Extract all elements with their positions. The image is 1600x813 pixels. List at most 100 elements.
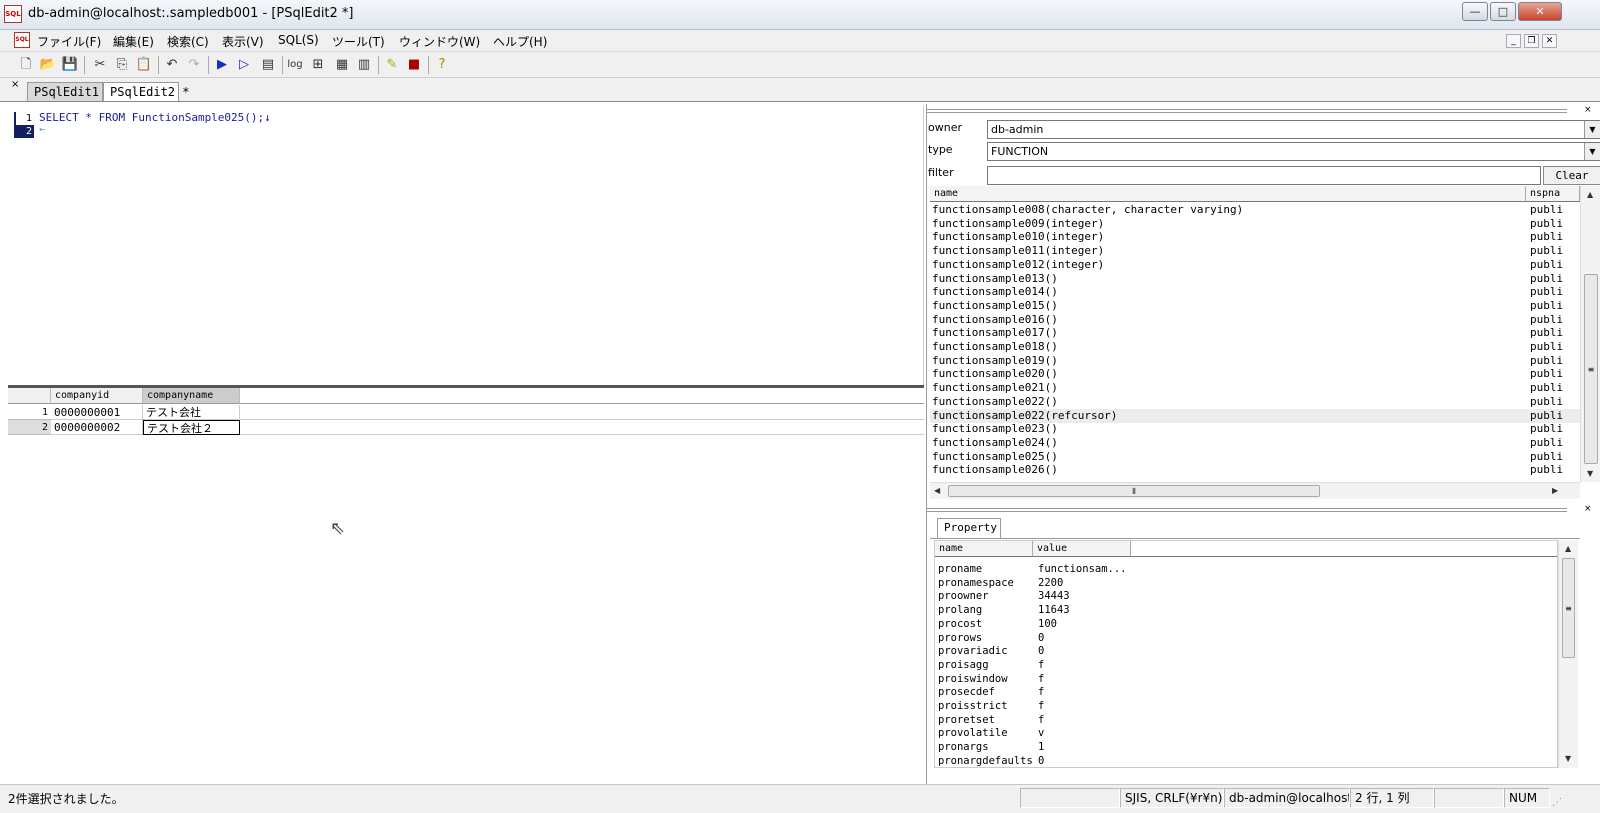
function-row[interactable]: functionsample012(integer) publi	[930, 258, 1580, 272]
function-row[interactable]: functionsample009(integer) publi	[930, 217, 1580, 231]
menu-file[interactable]: ファイル(F)	[37, 33, 101, 50]
scroll-down-icon[interactable]: ▼	[1565, 754, 1571, 763]
function-row[interactable]: functionsample011(integer) publi	[930, 244, 1580, 258]
scroll-left-icon[interactable]: ◀	[934, 486, 940, 495]
scroll-thumb[interactable]: ⦀	[948, 485, 1320, 497]
owner-select[interactable]: db-admin ▼	[987, 120, 1600, 139]
property-row[interactable]: prolang 11643	[935, 603, 1535, 617]
execute-icon[interactable]: ▶	[212, 55, 232, 75]
property-table[interactable]: name value proname functionsam... pronames…	[934, 540, 1558, 768]
row-header[interactable]: 2	[8, 420, 51, 435]
function-row[interactable]: functionsample024() publi	[930, 436, 1580, 450]
function-row[interactable]: functionsample018() publi	[930, 340, 1580, 354]
property-row[interactable]: procost 100	[935, 617, 1535, 631]
function-row[interactable]: functionsample013() publi	[930, 272, 1580, 286]
function-row[interactable]: functionsample021() publi	[930, 381, 1580, 395]
grid-icon[interactable]: ▦	[332, 55, 352, 75]
property-row[interactable]: provolatile v	[935, 726, 1535, 740]
mdi-restore-button[interactable]: ❐	[1524, 34, 1539, 48]
column-header[interactable]: value	[1033, 541, 1131, 557]
row-header[interactable]: 1	[8, 405, 51, 420]
tab-property[interactable]: Property	[937, 518, 1001, 538]
explain-icon[interactable]: ▤	[258, 55, 278, 75]
function-row[interactable]: functionsample026() publi	[930, 463, 1580, 477]
book-icon[interactable]: ■	[404, 55, 424, 75]
scroll-up-icon[interactable]: ▲	[1587, 190, 1593, 199]
clear-button[interactable]: Clear	[1543, 166, 1600, 185]
scroll-up-icon[interactable]: ▲	[1565, 544, 1571, 553]
mdi-minimize-button[interactable]: _	[1506, 34, 1521, 48]
maximize-button[interactable]: □	[1490, 2, 1516, 21]
app-icon[interactable]: SQL	[4, 5, 22, 23]
type-select[interactable]: FUNCTION ▼	[987, 142, 1600, 161]
property-row[interactable]: proisstrict f	[935, 699, 1535, 713]
panel-close-icon[interactable]: ×	[1584, 504, 1592, 514]
property-row[interactable]: pronargdefaults 0	[935, 754, 1535, 767]
property-row[interactable]: proname functionsam...	[935, 562, 1535, 576]
execute-step-icon[interactable]: ▷	[234, 55, 254, 75]
result-grid[interactable]: companyid companyname 1 0000000001 テスト会社…	[8, 388, 924, 784]
menu-search[interactable]: 検索(C)	[167, 33, 209, 50]
scroll-down-icon[interactable]: ▼	[1587, 469, 1593, 478]
undo-icon[interactable]: ↶	[162, 55, 182, 75]
function-row[interactable]: functionsample025() publi	[930, 450, 1580, 464]
function-row[interactable]: functionsample008(character, character v…	[930, 203, 1580, 217]
scroll-thumb[interactable]: ≡	[1584, 274, 1598, 464]
property-vscroll[interactable]: ▲ ≡ ▼	[1558, 540, 1578, 768]
menu-view[interactable]: 表示(V)	[222, 33, 264, 50]
property-row[interactable]: prorows 0	[935, 631, 1535, 645]
document-icon[interactable]: SQL	[14, 32, 30, 48]
property-row[interactable]: proisagg f	[935, 658, 1535, 672]
property-row[interactable]: provariadic 0	[935, 644, 1535, 658]
property-row[interactable]: proretset f	[935, 713, 1535, 727]
menu-help[interactable]: ヘルプ(H)	[493, 33, 547, 50]
column-header[interactable]: companyid	[51, 388, 143, 404]
property-row[interactable]: pronargs 1	[935, 740, 1535, 754]
log-icon[interactable]: log	[285, 55, 305, 75]
chevron-down-icon[interactable]: ▼	[1584, 121, 1600, 138]
property-row[interactable]: prosecdef f	[935, 685, 1535, 699]
function-row[interactable]: functionsample016() publi	[930, 313, 1580, 327]
function-row[interactable]: functionsample010(integer) publi	[930, 230, 1580, 244]
function-list[interactable]: name nspna functionsample008(character, …	[930, 186, 1580, 496]
column-header[interactable]: companyname	[143, 388, 240, 404]
column-header[interactable]: nspna	[1526, 186, 1580, 202]
minimize-button[interactable]: —	[1462, 2, 1488, 21]
panel-grip[interactable]	[927, 107, 1567, 114]
scroll-right-icon[interactable]: ▶	[1552, 486, 1558, 495]
scroll-thumb[interactable]: ≡	[1562, 558, 1575, 658]
menu-edit[interactable]: 編集(E)	[113, 33, 154, 50]
grid-cell[interactable]: 0000000002	[51, 420, 143, 435]
pencil-icon[interactable]: ✎	[382, 55, 402, 75]
function-row[interactable]: functionsample020() publi	[930, 367, 1580, 381]
function-list-hscroll[interactable]: ◀ ⦀ ▶	[930, 482, 1580, 499]
property-row[interactable]: proiswindow f	[935, 672, 1535, 686]
function-list-vscroll[interactable]: ▲ ≡ ▼	[1580, 186, 1600, 482]
sql-editor[interactable]: 1 2 SELECT * FROM FunctionSample025();↓ …	[8, 106, 924, 386]
cut-icon[interactable]: ✂	[90, 55, 110, 75]
function-row[interactable]: functionsample023() publi	[930, 422, 1580, 436]
sql-text[interactable]: SELECT * FROM FunctionSample025();↓	[39, 111, 271, 124]
menu-tools[interactable]: ツール(T)	[332, 33, 385, 50]
open-folder-icon[interactable]: 📂	[38, 55, 58, 75]
redo-icon[interactable]: ↷	[184, 55, 204, 75]
panel-close-icon[interactable]: ×	[1584, 105, 1592, 115]
resize-grip-icon[interactable]: ⋰	[1552, 797, 1562, 808]
new-file-icon[interactable]: 🗋	[16, 55, 36, 75]
menu-window[interactable]: ウィンドウ(W)	[399, 33, 480, 50]
menu-sql[interactable]: SQL(S)	[278, 33, 319, 47]
copy-icon[interactable]: ⎘	[112, 55, 132, 75]
panel-grip[interactable]	[927, 506, 1567, 513]
property-row[interactable]: proowner 34443	[935, 589, 1535, 603]
filter-input[interactable]	[987, 166, 1541, 185]
function-row[interactable]: functionsample022(refcursor) publi	[930, 408, 1580, 423]
tab-psqledit1[interactable]: PSqlEdit1 *	[27, 82, 113, 101]
close-button[interactable]: ✕	[1518, 2, 1562, 21]
grid-cell[interactable]: 0000000001	[51, 405, 143, 420]
close-tab-icon[interactable]: ×	[11, 79, 19, 90]
table-split-icon[interactable]: ⊞	[308, 55, 328, 75]
function-row[interactable]: functionsample019() publi	[930, 354, 1580, 368]
function-row[interactable]: functionsample017() publi	[930, 326, 1580, 340]
function-row[interactable]: functionsample015() publi	[930, 299, 1580, 313]
function-row[interactable]: functionsample022() publi	[930, 395, 1580, 409]
